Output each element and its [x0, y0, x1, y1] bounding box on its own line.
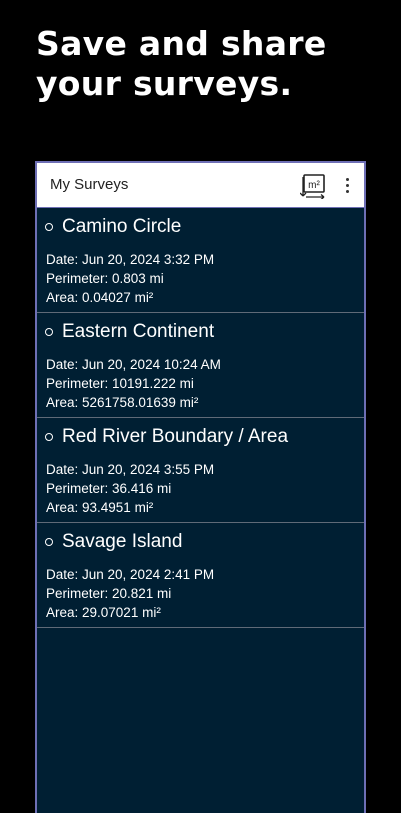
survey-details: Date: Jun 20, 2024 3:32 PM Perimeter: 0.… [46, 250, 214, 308]
survey-date: Date: Jun 20, 2024 3:55 PM [46, 462, 215, 477]
bullet-icon [45, 223, 53, 231]
survey-item[interactable]: Red River Boundary / Area Date: Jun 20, … [37, 418, 364, 523]
survey-name: Savage Island [62, 531, 183, 552]
survey-details: Date: Jun 20, 2024 2:41 PM Perimeter: 20… [46, 565, 214, 623]
unit-toggle-button[interactable]: m² [299, 171, 328, 200]
survey-name: Eastern Continent [62, 321, 215, 342]
survey-area: Area: 5261758.01639 mi² [46, 395, 199, 411]
bullet-icon [45, 538, 53, 546]
survey-details: Date: Jun 20, 2024 3:55 PM Perimeter: 36… [46, 460, 214, 518]
bullet-icon [45, 433, 53, 441]
survey-perimeter: Perimeter: 20.821 mi [46, 586, 172, 602]
survey-item[interactable]: Camino Circle Date: Jun 20, 2024 3:32 PM… [37, 208, 364, 313]
survey-name: Red River Boundary / Area [62, 426, 289, 447]
survey-name: Camino Circle [62, 216, 182, 237]
survey-perimeter: Perimeter: 10191.222 mi [46, 376, 194, 392]
survey-perimeter: Perimeter: 36.416 mi [46, 481, 172, 497]
promo-line-2: your surveys. [36, 64, 293, 103]
promo-headline: Save and share your surveys. [36, 24, 327, 104]
more-vert-icon [345, 177, 349, 181]
survey-item[interactable]: Savage Island Date: Jun 20, 2024 2:41 PM… [37, 523, 364, 628]
app-bar: My Surveys m² [37, 163, 364, 208]
survey-area: Area: 29.07021 mi² [46, 605, 161, 621]
app-screen: My Surveys m² Camino Circle Date: Jun 20… [35, 161, 366, 813]
promo-line-1: Save and share [36, 24, 327, 63]
survey-date: Date: Jun 20, 2024 10:24 AM [46, 357, 221, 372]
survey-date: Date: Jun 20, 2024 3:32 PM [46, 252, 215, 267]
survey-area: Area: 93.4951 mi² [46, 500, 154, 516]
more-options-button[interactable] [339, 173, 355, 197]
survey-item[interactable]: Eastern Continent Date: Jun 20, 2024 10:… [37, 313, 364, 418]
unit-toggle-label: m² [308, 180, 320, 191]
survey-area: Area: 0.04027 mi² [46, 290, 154, 306]
page-title: My Surveys [50, 176, 129, 193]
bullet-icon [45, 328, 53, 336]
survey-perimeter: Perimeter: 0.803 mi [46, 271, 164, 287]
survey-date: Date: Jun 20, 2024 2:41 PM [46, 567, 215, 582]
survey-details: Date: Jun 20, 2024 10:24 AM Perimeter: 1… [46, 355, 221, 413]
area-unit-icon: m² [299, 174, 325, 200]
survey-list: Camino Circle Date: Jun 20, 2024 3:32 PM… [37, 208, 364, 628]
